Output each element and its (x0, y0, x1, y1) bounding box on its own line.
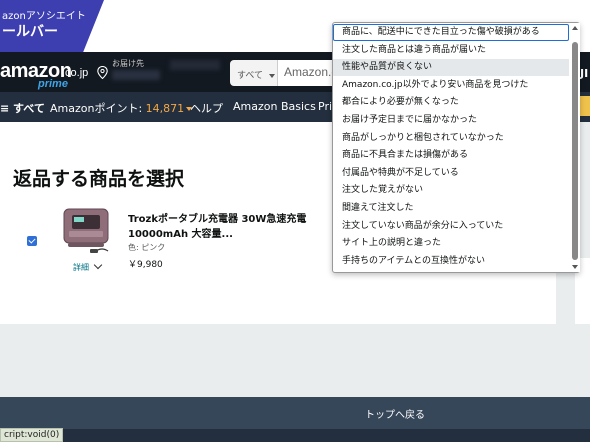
return-reason-option[interactable]: 注文していない商品が余分に入っていた (333, 218, 569, 235)
nav-points-label: Amazonポイント: (50, 102, 146, 115)
return-reason-option[interactable]: 付属品や特典が不足している (333, 165, 569, 182)
deliver-to-label[interactable]: お届け先 (112, 58, 144, 69)
return-reason-option[interactable]: Amazon.co.jp以外でより安い商品を見つけた (333, 77, 569, 94)
return-reason-option[interactable]: 手持ちのアイテムとの互換性がない (333, 253, 569, 270)
return-reason-option[interactable]: お届け予定日までに届かなかった (333, 112, 569, 129)
nav-help[interactable]: ヘルプ (190, 100, 223, 116)
search-category-label: すべて (237, 71, 264, 81)
header-redacted-block (170, 60, 220, 70)
associates-banner[interactable]: azonアソシエイト ールバー (0, 0, 104, 52)
associates-banner-line2: ールバー (2, 24, 58, 40)
associates-banner-line1: azonアソシエイト (2, 11, 86, 22)
deliver-address-redacted (112, 70, 160, 80)
location-pin-icon (97, 66, 108, 79)
product-name[interactable]: Trozkポータブル充電器 30W急速充電10000mAh 大容量... (128, 212, 328, 242)
product-color: 色: ピンク (128, 243, 166, 252)
return-reason-option[interactable]: 商品がしっかりと梱包されていなかった (333, 130, 569, 147)
return-reason-option[interactable]: 商品に不具合または損傷がある (333, 147, 569, 164)
nav-prime[interactable]: Pri (318, 100, 332, 113)
return-reason-option[interactable]: 注文した覚えがない (333, 182, 569, 199)
page-title: 返品する商品を選択 (13, 168, 185, 190)
item-select-checkbox[interactable] (27, 236, 37, 246)
chevron-down-icon (268, 73, 275, 78)
nav-all-menu[interactable]: ≡ すべて (0, 100, 45, 116)
scrollbar-thumb[interactable] (572, 42, 578, 260)
search-category-select[interactable]: すべて (230, 60, 278, 86)
browser-status-bar: cript:void(0) (0, 428, 64, 442)
scroll-down-icon[interactable] (572, 265, 578, 269)
nav-points-value: 14,871 (145, 102, 185, 115)
header-right-edge-text[interactable]: JI (580, 67, 588, 80)
nav-right-promo[interactable] (580, 96, 590, 116)
logo-prime: prime (38, 78, 68, 90)
back-to-top-label: トップへ戻る (365, 410, 425, 421)
back-to-top-bar[interactable]: トップへ戻る (0, 397, 590, 429)
return-reason-dropdown[interactable]: 商品に、配送中にできた目立った傷や破損がある 注文した商品とは違う商品が届いた 性能… (332, 22, 580, 273)
return-reason-option[interactable]: サイト上の説明と違った (333, 235, 569, 252)
product-price: ￥9,980 (128, 260, 163, 270)
return-reason-option[interactable]: 都合により必要が無くなった (333, 94, 569, 111)
scroll-up-icon[interactable] (572, 26, 578, 30)
nav-amazon-points[interactable]: Amazonポイント: 14,871 (50, 100, 193, 116)
details-link[interactable]: 詳細 (73, 262, 89, 273)
dropdown-scrollbar[interactable] (570, 23, 580, 272)
product-image (63, 208, 109, 253)
return-reason-option[interactable]: 性能や品質が良くない (333, 59, 569, 77)
search-input[interactable]: Amazon.co.jp (278, 60, 338, 86)
return-reason-option[interactable]: 商品に、配送中にできた目立った傷や破損がある (333, 24, 569, 41)
return-reason-option[interactable]: 間違えて注文した (333, 200, 569, 217)
footer (0, 429, 590, 442)
return-reason-option[interactable]: 注文した商品とは違う商品が届いた (333, 42, 569, 59)
nav-amazon-basics[interactable]: Amazon Basics (233, 100, 316, 113)
